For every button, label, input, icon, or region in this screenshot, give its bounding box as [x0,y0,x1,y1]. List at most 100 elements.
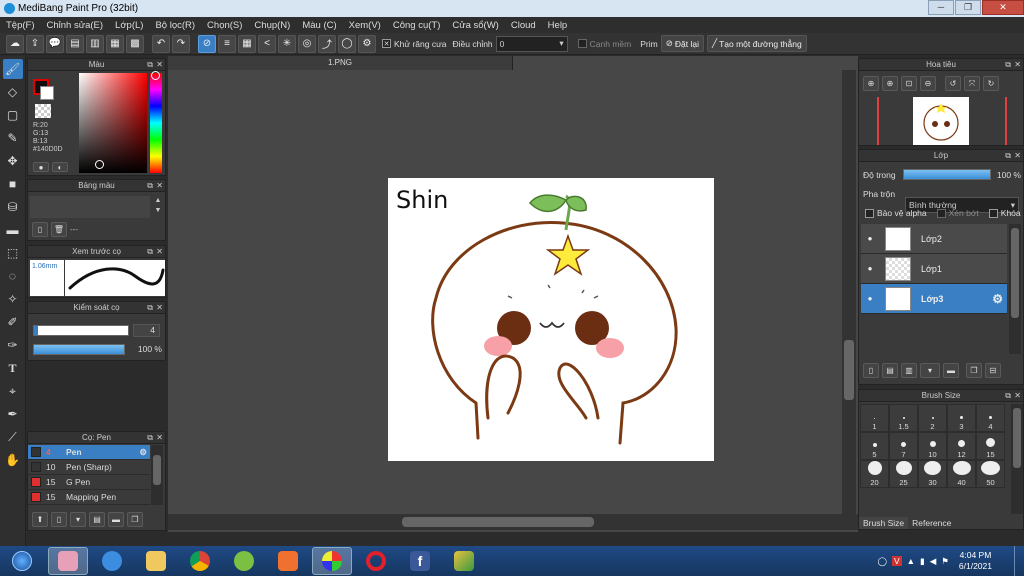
brush-size-option[interactable]: 30 [918,460,947,488]
pen-tool-icon[interactable]: ⟋ [3,427,23,447]
lock-checkbox[interactable] [988,208,998,218]
antialias-checkbox[interactable]: ✕ [382,39,391,48]
close-button[interactable]: ✕ [982,0,1024,15]
tray-signal-icon[interactable]: ▮ [920,556,925,567]
taskbar-facebook[interactable]: f [400,547,440,575]
popout-icon[interactable]: ⧉ [1005,59,1011,71]
document-tab[interactable]: 1.PNG [168,56,513,70]
brush-size-option[interactable]: 1 [860,404,889,432]
brush-item-g-pen[interactable]: 15 G Pen [28,475,150,490]
popout-icon[interactable]: ⧉ [147,59,153,71]
taskbar-explorer[interactable] [136,547,176,575]
brush-size-option[interactable]: 15 [976,432,1005,460]
brush-size-option[interactable]: 20 [860,460,889,488]
snap-circle-icon[interactable]: ◎ [298,34,316,53]
tray-opera-icon[interactable]: ◯ [877,556,887,567]
brush-size-option[interactable]: 5 [860,432,889,460]
create-line-button[interactable]: ╱ Tạo một đường thẳng [706,35,807,52]
delete-palette-icon[interactable]: 🗑 [51,222,67,237]
new-palette-icon[interactable]: ▯ [32,222,48,237]
eraser-tool-icon[interactable]: ◇ [3,82,23,102]
zoom-in-icon[interactable]: ⊕ [882,76,898,91]
popout-icon[interactable]: ⧉ [147,246,153,258]
menu-tools[interactable]: Công cụ(T) [387,20,447,31]
layer-row-layer3[interactable]: ● Lớp3 ⚙ [861,284,1007,314]
snap-cross-icon[interactable]: ▦ [238,34,256,53]
rotate-right-icon[interactable]: ↻ [983,76,999,91]
dot-tool-icon[interactable]: ✎ [3,128,23,148]
magic-wand-tool-icon[interactable]: ✧ [3,289,23,309]
new-halftone-layer-icon[interactable]: ▤ [882,363,898,378]
rotate-left-icon[interactable]: ↺ [945,76,961,91]
popout-icon[interactable]: ⧉ [147,180,153,192]
brush-opacity-slider[interactable] [33,344,125,355]
menu-help[interactable]: Help [542,20,574,31]
brush-size-value[interactable]: 4 [133,324,160,337]
taskbar-medibang[interactable] [312,547,352,575]
palette-scroll[interactable]: ▲ ▼ [152,196,164,218]
shape-tool-icon[interactable]: ▢ [3,105,23,125]
swap-color-icon[interactable]: ◐ [52,162,68,172]
snap-off-icon[interactable]: ⊘ [198,34,216,53]
snap-radial-icon[interactable]: ✳ [278,34,296,53]
popout-icon[interactable]: ⧉ [147,432,153,444]
new-brush-icon[interactable]: ▯ [51,512,67,527]
reset-button[interactable]: ⊘ Đặt lại [660,35,704,52]
menu-window[interactable]: Cửa sổ(W) [446,20,504,31]
brush-size-option[interactable]: 1.5 [889,404,918,432]
transparent-swatch[interactable] [35,104,51,118]
canvas-vertical-scrollbar[interactable] [842,70,856,514]
canvas-horizontal-scrollbar[interactable] [168,514,858,530]
brush-folder-icon[interactable]: ▬ [108,512,124,527]
navigator-preview[interactable] [863,97,1019,145]
brush-settings-icon[interactable]: ▤ [89,512,105,527]
restore-button[interactable]: ❐ [955,0,981,15]
close-icon[interactable]: ✕ [156,246,163,258]
eye-icon[interactable]: ● [861,234,879,243]
close-icon[interactable]: ✕ [156,180,163,192]
close-icon[interactable]: ✕ [1014,150,1021,162]
grid-icon[interactable]: ▩ [126,34,144,53]
select-tool-icon[interactable]: ⬚ [3,243,23,263]
bucket-tool-icon[interactable]: ⛁ [3,197,23,217]
menu-file[interactable]: Tệp(F) [0,20,41,31]
reset-rotate-icon[interactable]: ⤧ [964,76,980,91]
taskbar-app-map[interactable] [444,547,484,575]
saturation-value-picker[interactable] [79,73,147,173]
menu-layer[interactable]: Lớp(L) [109,20,149,31]
duplicate-layer-icon[interactable]: ▥ [901,363,917,378]
menu-select[interactable]: Chọn(S) [201,20,248,31]
tray-volume-icon[interactable]: ◀ [930,556,937,567]
layer-list-scrollbar[interactable] [1009,224,1021,354]
taskbar-media-player[interactable] [268,547,308,575]
layer-menu-icon[interactable]: ▾ [920,363,940,378]
minimize-button[interactable]: ─ [928,0,954,15]
eye-icon[interactable]: ● [861,294,879,303]
adjust-select[interactable]: 0 ▾ [495,35,568,52]
undo-icon[interactable]: ↶ [152,34,170,53]
snap-curve-icon[interactable]: ⤴ [318,34,336,53]
fit-icon[interactable]: ⊡ [901,76,917,91]
brush-size-option[interactable]: 10 [918,432,947,460]
menu-edit[interactable]: Chỉnh sửa(E) [41,20,110,31]
add-color-icon[interactable]: ● [33,162,49,172]
eye-icon[interactable]: ● [861,264,879,273]
tab-brush-size[interactable]: Brush Size [859,517,909,529]
color-picker-cursor[interactable] [95,160,104,169]
layer-settings-icon[interactable]: ⊟ [985,363,1001,378]
popout-icon[interactable]: ⧉ [1005,150,1011,162]
taskbar-ie[interactable] [92,547,132,575]
brush-size-option[interactable]: 50 [976,460,1005,488]
menu-view[interactable]: Xem(V) [343,20,387,31]
brush-item-mapping-pen[interactable]: 15 Mapping Pen [28,490,150,505]
select-pen-tool-icon[interactable]: ✐ [3,312,23,332]
popout-icon[interactable]: ⧉ [147,302,153,314]
menu-filter[interactable]: Bộ lọc(R) [149,20,201,31]
gear-icon[interactable]: ⚙ [139,447,147,458]
horizontal-scroll-thumb[interactable] [402,517,594,527]
close-icon[interactable]: ✕ [156,302,163,314]
document-icon[interactable]: ▥ [86,34,104,53]
share-icon[interactable]: ⇪ [26,34,44,53]
close-icon[interactable]: ✕ [156,432,163,444]
brush-size-option[interactable]: 40 [947,460,976,488]
